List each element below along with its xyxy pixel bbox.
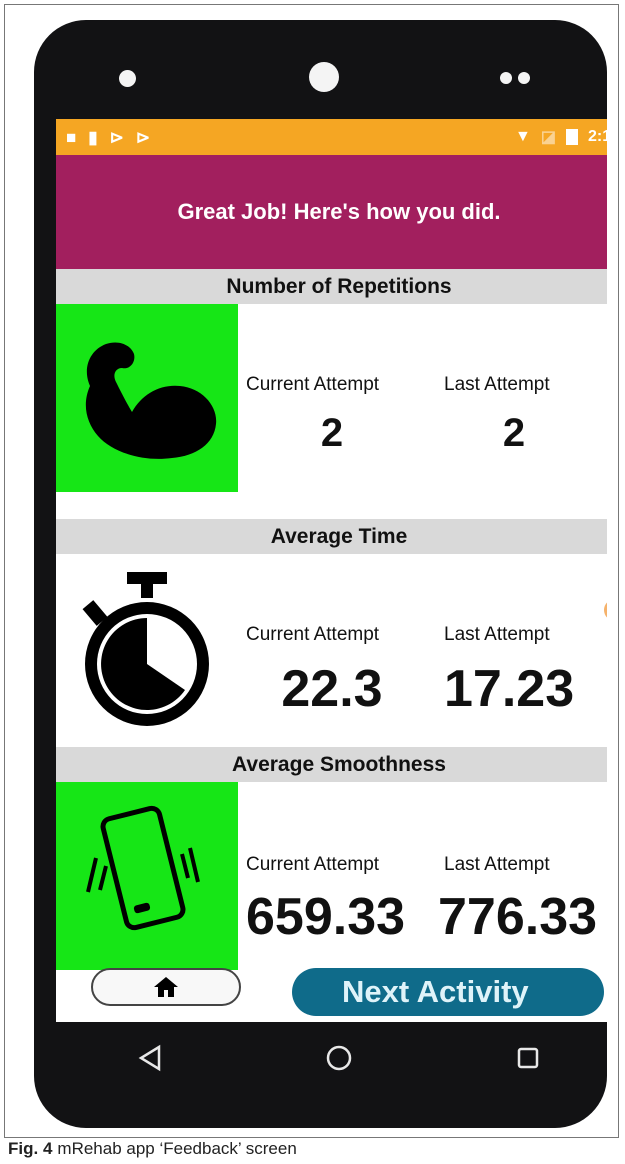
flag-icon: ⊳ xyxy=(109,128,124,147)
floating-bubble-icon[interactable] xyxy=(604,599,607,621)
recents-icon xyxy=(517,1047,538,1069)
vibrating-phone-icon xyxy=(86,805,200,931)
phone-body: ■ ▮ ⊳ ⊳ ▼ ◪ 2:14 Great Job! Here's how y… xyxy=(34,20,607,1128)
status-time: 2:14 xyxy=(587,128,607,145)
flexed-arm-icon xyxy=(85,342,217,459)
section-title-average-smoothness: Average Smoothness xyxy=(56,747,607,782)
average-time-icon-box xyxy=(56,554,238,742)
repetitions-last-value: 2 xyxy=(502,411,526,455)
figure-caption: Fig. 4 mRehab app ‘Feedback’ screen xyxy=(8,1139,297,1159)
current-attempt-label: Current Attempt xyxy=(246,374,380,395)
last-attempt-label: Last Attempt xyxy=(444,624,550,645)
wifi-icon: ▼ xyxy=(515,128,531,145)
status-bar: ■ ▮ ⊳ ⊳ ▼ ◪ 2:14 xyxy=(56,119,607,155)
video-icon: ■ xyxy=(66,128,77,147)
caption-label: Fig. 4 xyxy=(8,1139,53,1158)
repetitions-current-value: 2 xyxy=(320,411,344,455)
current-attempt-label: Current Attempt xyxy=(246,854,380,875)
recents-nav-button[interactable] xyxy=(498,1038,558,1078)
section-title-average-time: Average Time xyxy=(56,519,607,554)
next-activity-button[interactable]: Next Activity xyxy=(292,968,604,1016)
smoothness-icon-box xyxy=(56,782,238,970)
smoothness-current-value: 659.33 xyxy=(246,888,406,946)
flag-icon: ⊳ xyxy=(135,128,151,147)
android-nav-bar xyxy=(56,1022,607,1094)
smoothness-last-value: 776.33 xyxy=(438,888,598,946)
section-title-repetitions: Number of Repetitions xyxy=(56,269,607,304)
status-icons-left: ■ ▮ ⊳ ⊳ xyxy=(66,128,150,148)
app-screen: ■ ▮ ⊳ ⊳ ▼ ◪ 2:14 Great Job! Here's how y… xyxy=(56,119,607,1022)
home-circle-icon xyxy=(326,1045,352,1071)
feedback-header: Great Job! Here's how you did. xyxy=(56,155,607,269)
signal-icon: ◪ xyxy=(540,129,556,146)
sensor-dot-left xyxy=(119,70,136,87)
caption-text: mRehab app ‘Feedback’ screen xyxy=(57,1139,297,1158)
sensor-dot-right-2 xyxy=(518,72,530,84)
last-attempt-label: Last Attempt xyxy=(444,854,550,875)
home-nav-button[interactable] xyxy=(309,1038,369,1078)
home-button[interactable] xyxy=(91,968,241,1006)
stopwatch-icon xyxy=(82,571,209,726)
sensor-dot-right-1 xyxy=(500,72,512,84)
repetitions-icon-box xyxy=(56,304,238,492)
current-attempt-label: Current Attempt xyxy=(246,624,380,645)
phone-top-bezel xyxy=(34,20,607,120)
person-icon: ▮ xyxy=(88,128,98,147)
front-camera xyxy=(309,62,339,92)
battery-icon xyxy=(565,129,578,145)
back-icon xyxy=(138,1044,161,1072)
status-icons-right: ▼ ◪ 2:14 xyxy=(515,127,607,147)
average-time-last-value: 17.23 xyxy=(444,660,575,718)
back-nav-button[interactable] xyxy=(120,1038,180,1078)
last-attempt-label: Last Attempt xyxy=(444,374,550,395)
home-icon xyxy=(154,977,178,997)
average-time-current-value: 22.3 xyxy=(281,660,383,718)
